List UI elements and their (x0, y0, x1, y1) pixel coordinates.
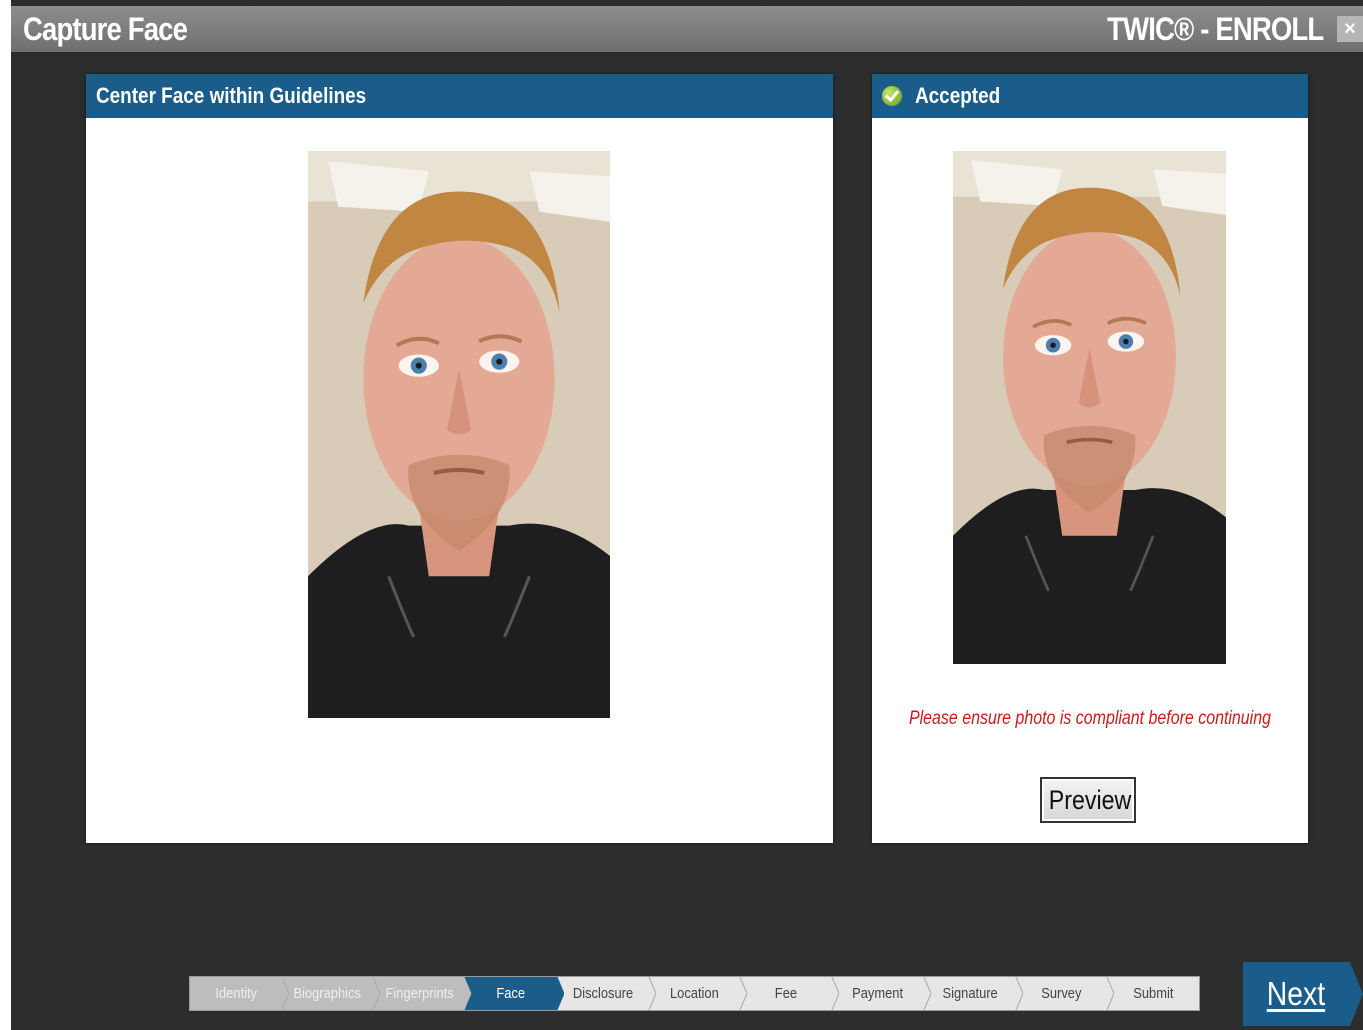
step-label: Payment (852, 985, 904, 1002)
step-payment[interactable]: Payment (832, 977, 931, 1010)
accepted-face-image (953, 151, 1226, 664)
step-identity[interactable]: Identity (190, 977, 289, 1010)
workflow-steps: Identity Biographics Fingerprints Face Discl… (189, 976, 1200, 1011)
check-circle-icon (882, 86, 902, 106)
step-fee[interactable]: Fee (740, 977, 840, 1010)
step-separator-chevron-icon (825, 977, 840, 1010)
next-button[interactable]: Next (1243, 962, 1363, 1026)
title-bar: Capture Face TWIC® - ENROLL × (11, 6, 1363, 52)
live-camera-photo (308, 151, 610, 718)
accepted-status-label: Accepted (915, 83, 1001, 108)
accepted-photo (953, 151, 1226, 664)
step-location[interactable]: Location (648, 977, 748, 1010)
app-brand: TWIC® - ENROLL (1106, 11, 1324, 47)
step-label: Submit (1133, 985, 1174, 1002)
step-separator-chevron-icon (458, 977, 473, 1010)
capture-panel: Center Face within Guidelines (86, 74, 833, 843)
step-label: Signature (942, 985, 998, 1002)
window-edge (0, 0, 11, 1030)
face-photo-image (308, 151, 610, 718)
accepted-panel: Accepted Please ensure photo is complian… (872, 74, 1308, 843)
step-label: Face (496, 985, 526, 1002)
step-survey[interactable]: Survey (1015, 977, 1115, 1010)
step-label: Disclosure (572, 985, 633, 1002)
capture-panel-title: Center Face within Guidelines (96, 83, 367, 108)
step-signature[interactable]: Signature (923, 977, 1023, 1010)
step-face[interactable]: Face (465, 977, 564, 1010)
step-biographics[interactable]: Biographics (281, 977, 381, 1010)
step-separator-chevron-icon (733, 977, 748, 1010)
step-separator-chevron-icon (366, 977, 381, 1010)
step-label: Fee (775, 985, 798, 1002)
step-separator-chevron-icon (1100, 977, 1115, 1010)
step-fingerprints[interactable]: Fingerprints (373, 977, 473, 1010)
step-label: Fingerprints (385, 985, 454, 1002)
step-disclosure[interactable]: Disclosure (556, 977, 656, 1010)
step-submit[interactable]: Submit (1107, 977, 1199, 1010)
step-label: Survey (1041, 985, 1082, 1002)
preview-button[interactable]: Preview (1040, 777, 1136, 823)
page-title: Capture Face (23, 11, 188, 47)
step-label: Location (670, 985, 719, 1002)
compliance-warning: Please ensure photo is compliant before … (908, 708, 1271, 729)
capture-panel-header: Center Face within Guidelines (86, 74, 833, 118)
accepted-panel-header: Accepted (872, 74, 1308, 118)
step-separator-chevron-icon (274, 977, 289, 1010)
step-label: Biographics (293, 985, 362, 1002)
next-button-label: Next (1266, 975, 1326, 1012)
step-separator-chevron-icon (641, 977, 656, 1010)
step-separator-chevron-icon (1008, 977, 1023, 1010)
preview-button-label: Preview (1048, 784, 1132, 815)
step-separator-chevron-icon (549, 977, 564, 1010)
step-label: Identity (215, 985, 257, 1002)
step-separator-chevron-icon (916, 977, 931, 1010)
close-button[interactable]: × (1337, 16, 1363, 42)
